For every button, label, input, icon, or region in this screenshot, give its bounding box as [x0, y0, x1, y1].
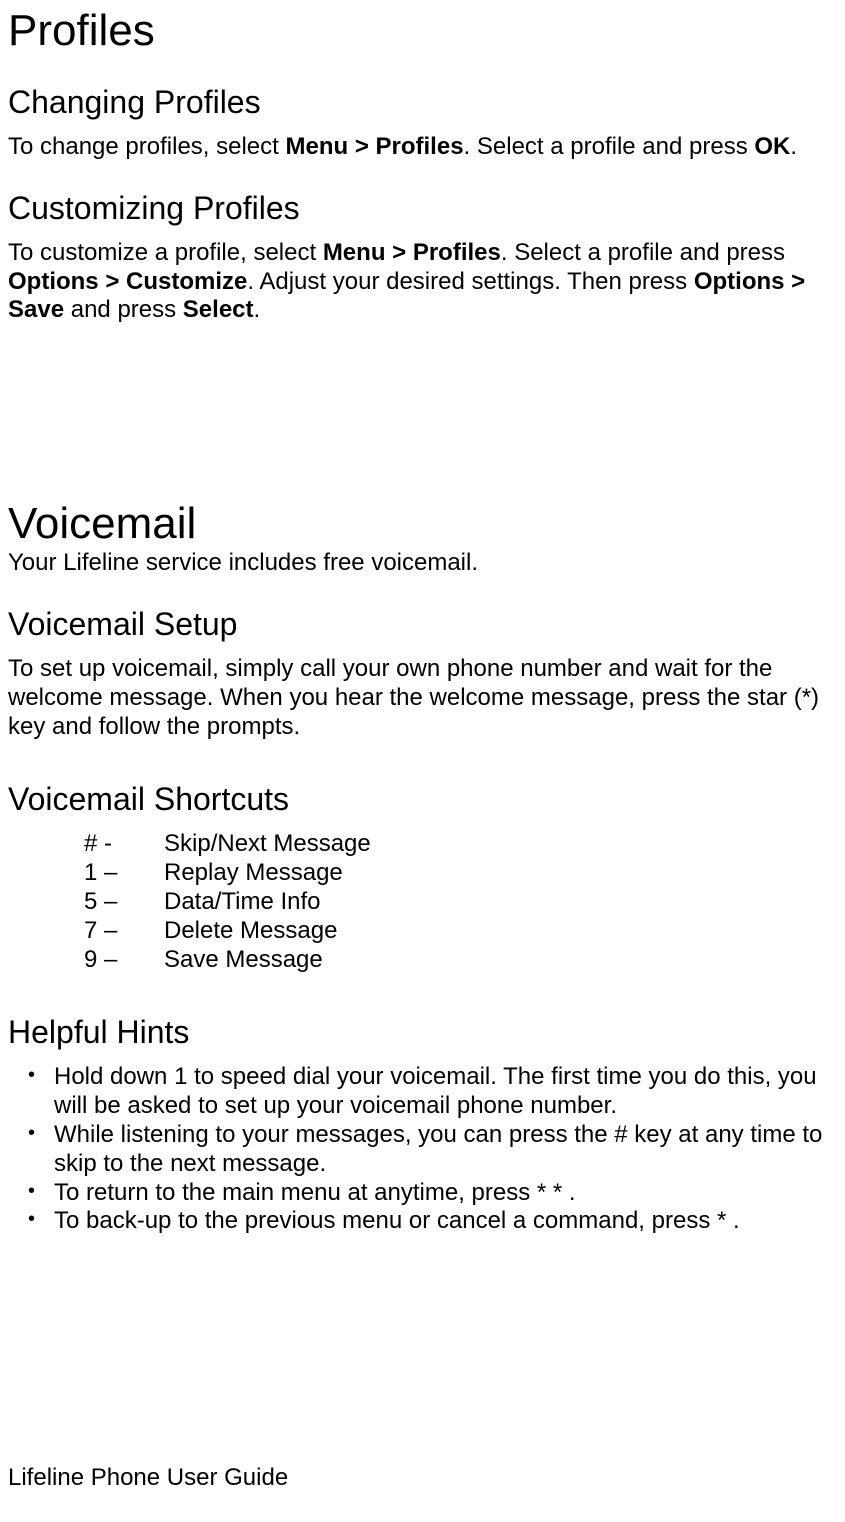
shortcuts-list: # - Skip/Next Message 1 – Replay Message… — [84, 830, 837, 974]
voicemail-title: Voicemail — [8, 499, 837, 549]
shortcut-row: 5 – Data/Time Info — [84, 888, 837, 917]
bold-text: Menu > Profiles — [323, 239, 501, 266]
shortcut-row: 1 – Replay Message — [84, 859, 837, 888]
customizing-profiles-text: To customize a profile, select Menu > Pr… — [8, 239, 837, 325]
bold-text: Options > Customize — [8, 268, 247, 295]
hint-item: To back-up to the previous menu or cance… — [8, 1207, 837, 1236]
bold-text: Select — [183, 296, 254, 323]
hint-item: While listening to your messages, you ca… — [8, 1121, 837, 1179]
bold-text: OK — [754, 133, 790, 160]
shortcut-desc: Data/Time Info — [164, 888, 321, 917]
shortcut-desc: Skip/Next Message — [164, 830, 371, 859]
text-span: . — [790, 133, 797, 160]
shortcut-row: 9 – Save Message — [84, 946, 837, 975]
text-span: . — [254, 296, 261, 323]
hints-list: Hold down 1 to speed dial your voicemail… — [8, 1063, 837, 1236]
shortcut-desc: Delete Message — [164, 917, 337, 946]
shortcut-key: 7 – — [84, 917, 164, 946]
customizing-profiles-title: Customizing Profiles — [8, 190, 837, 227]
shortcut-key: # - — [84, 830, 164, 859]
profiles-title: Profiles — [8, 6, 837, 56]
shortcut-row: 7 – Delete Message — [84, 917, 837, 946]
text-span: . Adjust your desired settings. Then pre… — [247, 268, 693, 295]
bold-text: Menu > Profiles — [286, 133, 464, 160]
voicemail-intro: Your Lifeline service includes free voic… — [8, 549, 837, 578]
footer-text: Lifeline Phone User Guide — [8, 1464, 288, 1492]
shortcut-row: # - Skip/Next Message — [84, 830, 837, 859]
helpful-hints-title: Helpful Hints — [8, 1014, 837, 1051]
changing-profiles-title: Changing Profiles — [8, 84, 837, 121]
text-span: . Select a profile and press — [464, 133, 755, 160]
text-span: To change profiles, select — [8, 133, 286, 160]
shortcut-desc: Replay Message — [164, 859, 343, 888]
shortcut-key: 9 – — [84, 946, 164, 975]
voicemail-setup-text: To set up voicemail, simply call your ow… — [8, 655, 837, 741]
section-gap — [8, 353, 837, 493]
text-span: To customize a profile, select — [8, 239, 323, 266]
text-span: . Select a profile and press — [501, 239, 785, 266]
shortcut-key: 5 – — [84, 888, 164, 917]
hint-item: To return to the main menu at anytime, p… — [8, 1179, 837, 1208]
text-span: and press — [64, 296, 183, 323]
shortcut-desc: Save Message — [164, 946, 323, 975]
voicemail-setup-title: Voicemail Setup — [8, 606, 837, 643]
voicemail-shortcuts-title: Voicemail Shortcuts — [8, 781, 837, 818]
hint-item: Hold down 1 to speed dial your voicemail… — [8, 1063, 837, 1121]
changing-profiles-text: To change profiles, select Menu > Profil… — [8, 133, 837, 162]
shortcut-key: 1 – — [84, 859, 164, 888]
